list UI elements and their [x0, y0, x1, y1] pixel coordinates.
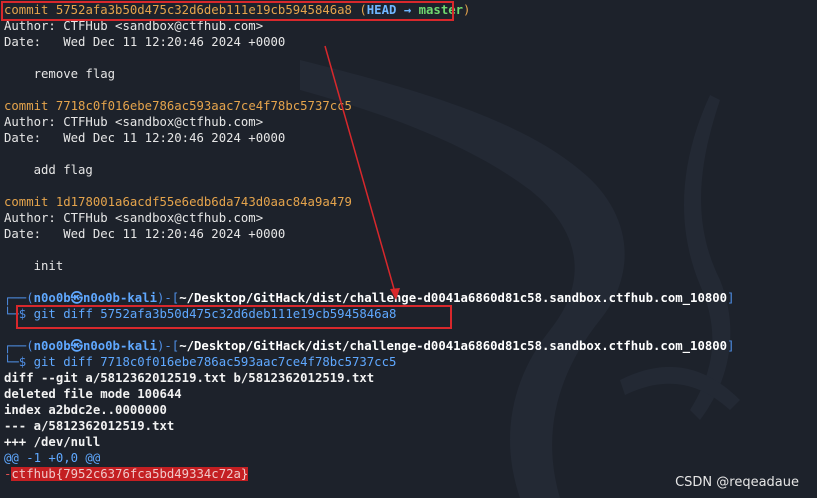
diff-minus-file: --- a/5812362012519.txt — [4, 419, 175, 433]
date-line: Date: Wed Dec 11 12:20:46 2024 +0000 — [4, 131, 286, 145]
prompt-header: ┌──(n0o0b㉿n0o0b-kali)-[~/Desktop/GitHack… — [4, 338, 814, 354]
command-text[interactable]: git diff 7718c0f016ebe786ac593aac7ce4f78… — [34, 355, 397, 369]
terminal-output: commit 5752afa3b50d475c32d6deb111e19cb59… — [4, 2, 814, 482]
diff-hunk: @@ -1 +0,0 @@ — [4, 451, 101, 465]
prompt-corner: ┌──( — [4, 339, 34, 353]
commit-hash: 7718c0f016ebe786ac593aac7ce4f78bc5737cc5 — [55, 99, 352, 113]
prompt-user: n0o0b㉿n0o0b-kali — [33, 339, 157, 353]
prompt-command-line[interactable]: └─$ git diff 7718c0f016ebe786ac593aac7ce… — [4, 354, 814, 370]
commit-message: init — [4, 259, 64, 273]
diff-index: index a2bdc2e..0000000 — [4, 403, 167, 417]
prompt-bracket: ] — [727, 339, 735, 353]
commit-hash: 1d178001a6acdf55e6edb6da743d0aac84a9a479 — [55, 195, 352, 209]
prompt-corner: ┌──( — [4, 291, 34, 305]
prompt-user: n0o0b㉿n0o0b-kali — [33, 291, 157, 305]
date-line: Date: Wed Dec 11 12:20:46 2024 +0000 — [4, 35, 286, 49]
prompt-path: ~/Desktop/GitHack/dist/challenge-d0041a6… — [179, 291, 728, 305]
diff-mode: deleted file mode 100644 — [4, 387, 182, 401]
csdn-watermark: CSDN @reqeadaue — [675, 475, 799, 490]
prompt-arrow: └─$ — [4, 355, 27, 369]
flag-text: ctfhub{7952c6376fca5bd49334c72a} — [11, 467, 249, 481]
commit-line-2: commit 7718c0f016ebe786ac593aac7ce4f78bc… — [4, 98, 814, 114]
commit-label: commit — [4, 195, 49, 209]
commit-line-3: commit 1d178001a6acdf55e6edb6da743d0aac8… — [4, 194, 814, 210]
annotation-box-head-commit — [1, 1, 454, 21]
prompt-bracket: ] — [727, 291, 735, 305]
commit-message: add flag — [4, 163, 93, 177]
annotation-box-git-diff-command — [16, 305, 452, 329]
author-line: Author: CTFHub <sandbox@ctfhub.com> — [4, 115, 264, 129]
prompt-separator: )-[ — [156, 339, 180, 353]
author-line: Author: CTFHub <sandbox@ctfhub.com> — [4, 211, 264, 225]
date-line: Date: Wed Dec 11 12:20:46 2024 +0000 — [4, 227, 286, 241]
prompt-path: ~/Desktop/GitHack/dist/challenge-d0041a6… — [179, 339, 728, 353]
diff-header: diff --git a/5812362012519.txt b/5812362… — [4, 371, 375, 385]
prompt-separator: )-[ — [156, 291, 180, 305]
paren-close: ) — [463, 3, 471, 17]
commit-label: commit — [4, 99, 49, 113]
diff-plus-file: +++ /dev/null — [4, 435, 101, 449]
commit-message: remove flag — [4, 67, 116, 81]
prompt-header: ┌──(n0o0b㉿n0o0b-kali)-[~/Desktop/GitHack… — [4, 290, 814, 306]
